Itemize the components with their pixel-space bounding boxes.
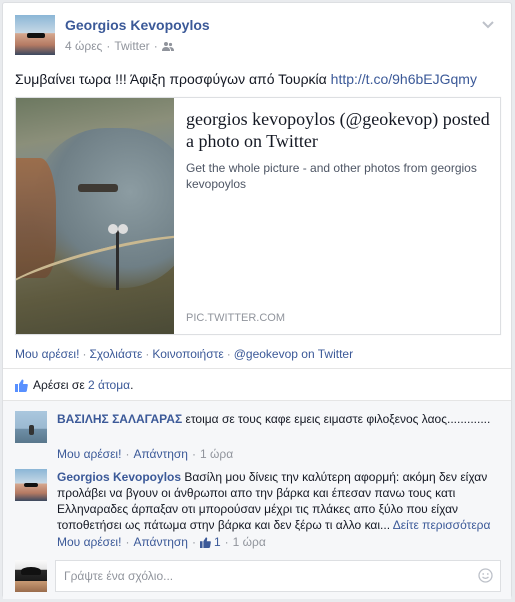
status-link[interactable]: http://t.co/9h6bEJGqmy [331,71,477,87]
link-preview-card[interactable]: georgios kevopoylos (@geokevop) posted a… [15,97,501,335]
author-name[interactable]: Georgios Kevopoylos [65,17,210,33]
post-card: Georgios Kevopoylos 4 ώρες · Twitter · Σ… [2,2,512,599]
comment-text: ετοιμα σε τους καφε εμεις ειμαστε φιλοξε… [182,412,491,426]
commenter-name[interactable]: Georgios Kevopoylos [57,470,181,484]
twitter-link[interactable]: @geokevop on Twitter [234,347,353,361]
post-meta: 4 ώρες · Twitter · [65,39,174,53]
comment-time[interactable]: 1 ώρα [233,535,266,549]
like-button[interactable]: Μου αρέσει! [15,347,79,361]
post-time[interactable]: 4 ώρες [65,39,102,53]
chevron-down-icon[interactable] [481,17,495,31]
comment-body: Georgios Kevopoylos Βασίλη μου δίνεις τη… [57,469,497,533]
comment-reply-button[interactable]: Απάντηση [133,535,188,549]
post-actions: Μου αρέσει! · Σχολιάστε · Κοινοποιήστε · @geok… [15,347,354,361]
comment-like-count[interactable]: 1 [199,535,221,549]
link-preview-description: Get the whole picture - and other photos… [186,161,477,191]
likes-summary: Αρέσει σε 2 άτομα. [15,378,133,392]
comment-body: ΒΑΣΙΛΗΣ ΣΑΛΑΓΑΡΑΣ ετοιμα σε τους καφε εμ… [57,411,497,427]
author-avatar[interactable] [15,15,55,55]
thumbs-up-icon [199,536,211,548]
comment-actions: Μου αρέσει! · Απάντηση · 1 ώρα [57,447,234,461]
current-user-avatar [15,560,47,592]
link-preview-body: georgios kevopoylos (@geokevop) posted a… [186,108,492,328]
comment-button[interactable]: Σχολιάστε [89,347,142,361]
link-preview-image[interactable] [16,98,174,334]
comment-item: Georgios Kevopoylos Βασίλη μου δίνεις τη… [15,469,501,553]
comment-like-button[interactable]: Μου αρέσει! [57,535,121,549]
comment-actions: Μου αρέσει! · Απάντηση · 1 · 1 ώρα [57,535,266,549]
comment-like-button[interactable]: Μου αρέσει! [57,447,121,461]
status-text: Συμβαίνει τωρα !!! Άφιξη προσφύγων από Τ… [15,71,477,87]
share-button[interactable]: Κοινοποιήστε [152,347,223,361]
post-source[interactable]: Twitter [114,39,149,53]
divider [3,368,511,369]
commenter-avatar[interactable] [15,411,47,443]
thumbs-up-icon [15,379,28,392]
emoji-icon[interactable] [478,568,493,583]
commenter-avatar[interactable] [15,469,47,501]
likes-count[interactable]: 2 άτομα [88,378,130,392]
comment-input[interactable] [55,560,501,592]
link-preview-title[interactable]: georgios kevopoylos (@geokevop) posted a… [186,108,492,152]
comment-item: ΒΑΣΙΛΗΣ ΣΑΛΑΓΑΡΑΣ ετοιμα σε τους καφε εμ… [15,411,501,463]
commenter-name[interactable]: ΒΑΣΙΛΗΣ ΣΑΛΑΓΑΡΑΣ [57,412,182,426]
see-more-link[interactable]: Δείτε περισσότερα [393,518,491,532]
post-header: Georgios Kevopoylos 4 ώρες · Twitter · [15,15,495,59]
link-preview-domain: PIC.TWITTER.COM [186,312,285,324]
friends-icon[interactable] [161,41,174,51]
comment-composer [15,559,501,593]
comments-section: ΒΑΣΙΛΗΣ ΣΑΛΑΓΑΡΑΣ ετοιμα σε τους καφε εμ… [3,401,511,599]
comment-reply-button[interactable]: Απάντηση [133,447,188,461]
comment-time[interactable]: 1 ώρα [200,447,233,461]
